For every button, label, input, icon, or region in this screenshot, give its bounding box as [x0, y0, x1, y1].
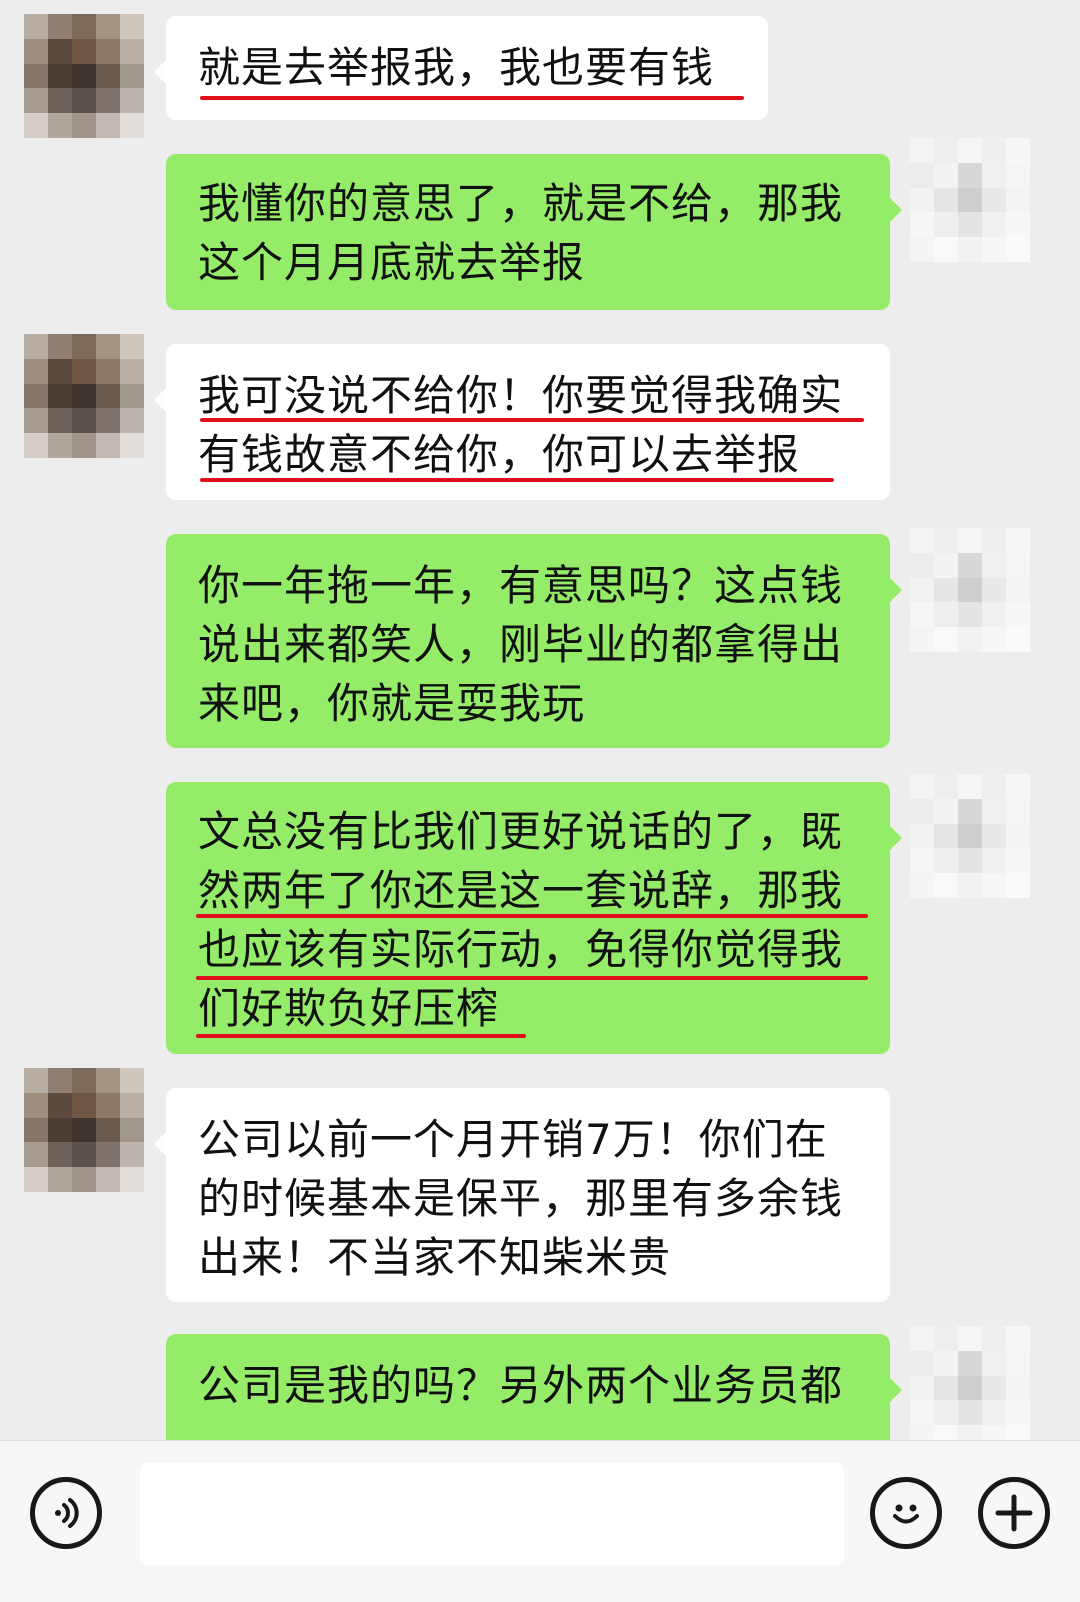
plus-icon	[995, 1494, 1033, 1532]
voice-icon	[55, 1498, 79, 1528]
self-avatar[interactable]	[910, 138, 1030, 262]
message-input[interactable]	[140, 1463, 844, 1565]
self-avatar[interactable]	[910, 1326, 1030, 1440]
chat-area: 就是去举报我，我也要有钱 我懂你的意思了，就是不给，那我这个月月底就去举报 我可…	[0, 0, 1080, 1440]
underline-mark	[200, 96, 744, 100]
input-bar	[0, 1440, 1080, 1602]
message-text: 公司以前一个月开销7万！你们在的时候基本是保平，那里有多余钱出来！不当家不知柴米…	[198, 1115, 844, 1282]
contact-avatar[interactable]	[24, 1068, 144, 1192]
message-text: 你一年拖一年，有意思吗？这点钱说出来都笑人，刚毕业的都拿得出来吧，你就是耍我玩	[198, 561, 844, 728]
voice-button[interactable]	[30, 1477, 102, 1549]
message-text: 文总没有比我们更好说话的了，既然两年了你还是这一套说辞，那我也应该有实际行动，免…	[198, 807, 844, 1033]
emoji-button[interactable]	[870, 1477, 942, 1549]
underline-mark	[196, 1034, 526, 1038]
contact-avatar[interactable]	[24, 334, 144, 458]
self-avatar[interactable]	[910, 774, 1030, 898]
underline-mark	[200, 478, 834, 482]
message-text: 就是去举报我，我也要有钱	[198, 43, 715, 92]
message-text: 公司是我的吗？另外两个业务员都	[198, 1361, 844, 1410]
underline-mark	[196, 914, 868, 918]
message-bubble[interactable]: 公司以前一个月开销7万！你们在的时候基本是保平，那里有多余钱出来！不当家不知柴米…	[154, 1088, 890, 1302]
message-bubble[interactable]: 文总没有比我们更好说话的了，既然两年了你还是这一套说辞，那我也应该有实际行动，免…	[166, 782, 902, 1054]
underline-mark	[196, 976, 868, 980]
message-bubble[interactable]: 我懂你的意思了，就是不给，那我这个月月底就去举报	[166, 154, 902, 310]
message-bubble[interactable]: 就是去举报我，我也要有钱	[154, 16, 768, 120]
more-button[interactable]	[978, 1477, 1050, 1549]
self-avatar[interactable]	[910, 528, 1030, 652]
underline-mark	[200, 418, 864, 422]
message-bubble[interactable]: 公司是我的吗？另外两个业务员都	[166, 1334, 902, 1440]
message-text: 我懂你的意思了，就是不给，那我这个月月底就去举报	[198, 179, 844, 287]
message-bubble[interactable]: 你一年拖一年，有意思吗？这点钱说出来都笑人，刚毕业的都拿得出来吧，你就是耍我玩	[166, 534, 902, 748]
emoji-icon	[893, 1504, 919, 1524]
message-text: 我可没说不给你！你要觉得我确实有钱故意不给你，你可以去举报	[198, 371, 844, 479]
contact-avatar[interactable]	[24, 14, 144, 138]
message-bubble[interactable]: 我可没说不给你！你要觉得我确实有钱故意不给你，你可以去举报	[154, 344, 890, 500]
